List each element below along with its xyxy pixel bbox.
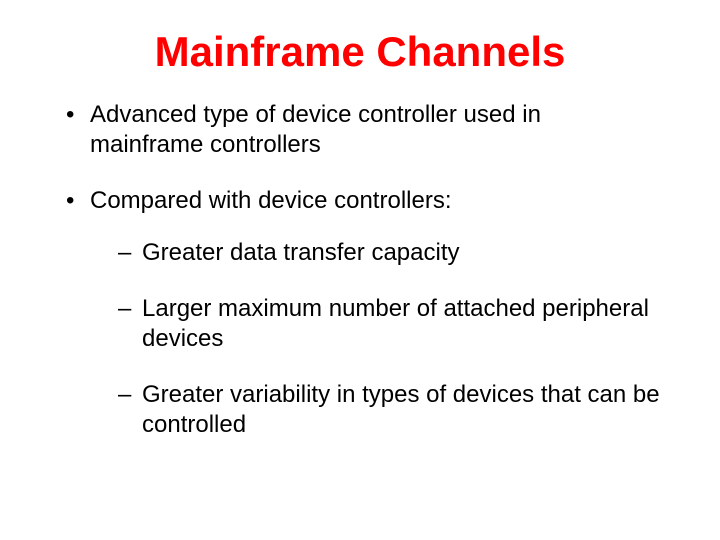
sub-text: Larger maximum number of attached periph… — [142, 295, 649, 352]
slide: Mainframe Channels Advanced type of devi… — [0, 0, 720, 486]
sub-text: Greater variability in types of devices … — [142, 381, 660, 438]
bullet-item: Compared with device controllers: Greate… — [60, 186, 660, 440]
sub-item: Greater variability in types of devices … — [118, 380, 660, 440]
sub-item: Larger maximum number of attached periph… — [118, 294, 660, 354]
slide-title: Mainframe Channels — [60, 28, 660, 76]
bullet-list: Advanced type of device controller used … — [60, 100, 660, 440]
bullet-text: Compared with device controllers: — [90, 187, 452, 214]
bullet-item: Advanced type of device controller used … — [60, 100, 660, 160]
sub-item: Greater data transfer capacity — [118, 238, 660, 268]
bullet-text: Advanced type of device controller used … — [90, 101, 541, 158]
sub-text: Greater data transfer capacity — [142, 239, 459, 266]
sub-list: Greater data transfer capacity Larger ma… — [118, 238, 660, 440]
